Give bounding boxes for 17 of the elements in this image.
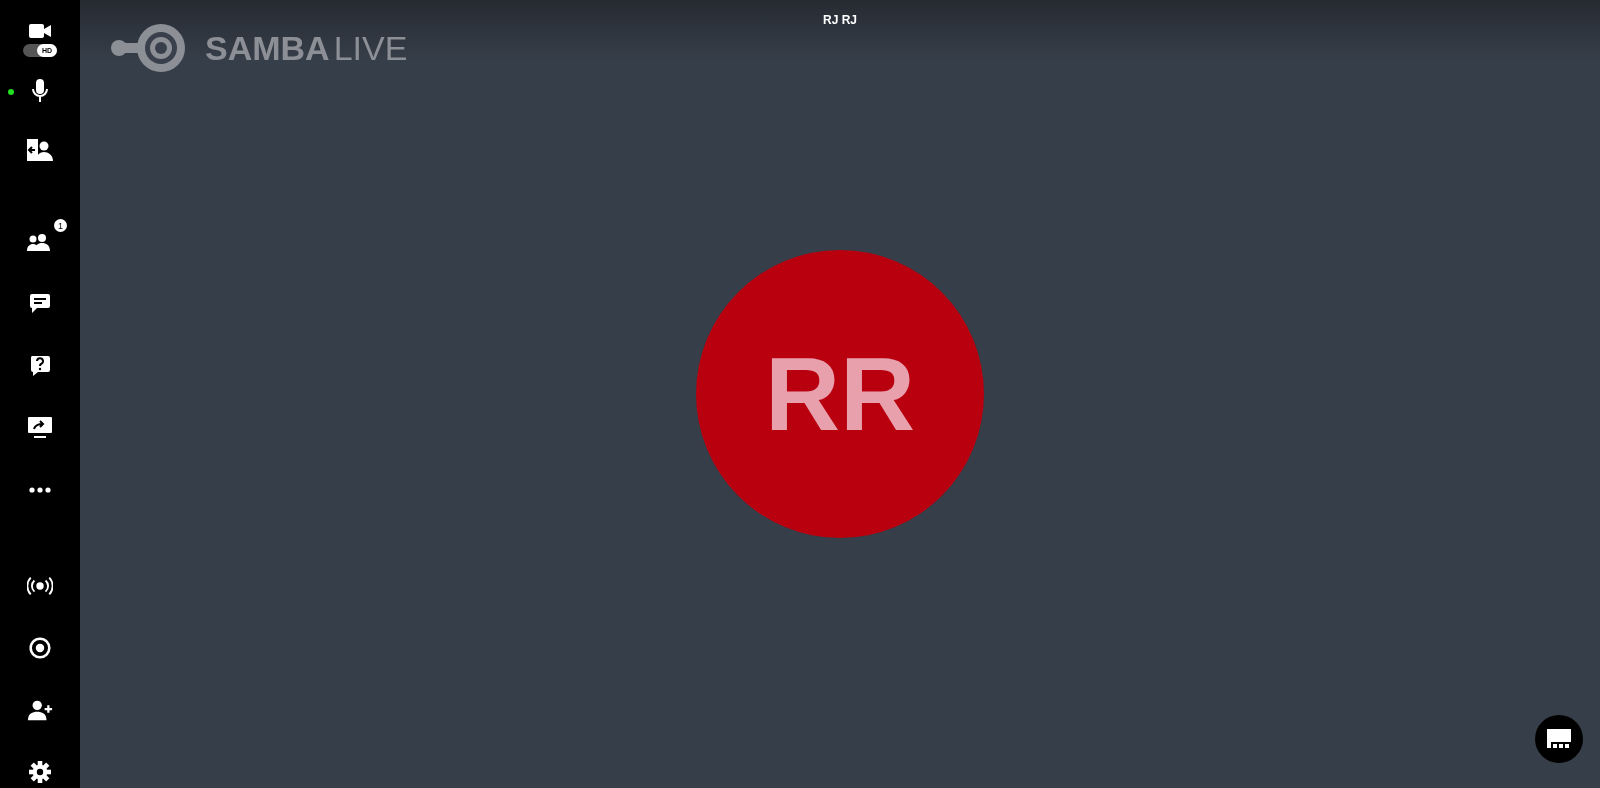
- captions-icon: [1547, 729, 1571, 749]
- share-screen-icon: [27, 417, 53, 439]
- count-badge: 1: [54, 219, 67, 232]
- captions-button[interactable]: [1535, 715, 1583, 763]
- switch-view-icon: [27, 139, 53, 161]
- microphone-icon: [32, 79, 48, 103]
- add-user-icon: [27, 699, 53, 721]
- more-icon: [29, 487, 51, 493]
- broadcast-icon: [27, 575, 53, 597]
- logo: SAMBA LIVE: [109, 23, 408, 73]
- participant-name: RJ RJ: [823, 13, 857, 27]
- avatar: RR: [696, 250, 984, 538]
- chat-icon: [27, 293, 53, 315]
- settings-icon: [27, 761, 53, 783]
- camera-icon: [29, 24, 51, 38]
- record-icon: [27, 637, 53, 659]
- people-icon: [27, 231, 53, 253]
